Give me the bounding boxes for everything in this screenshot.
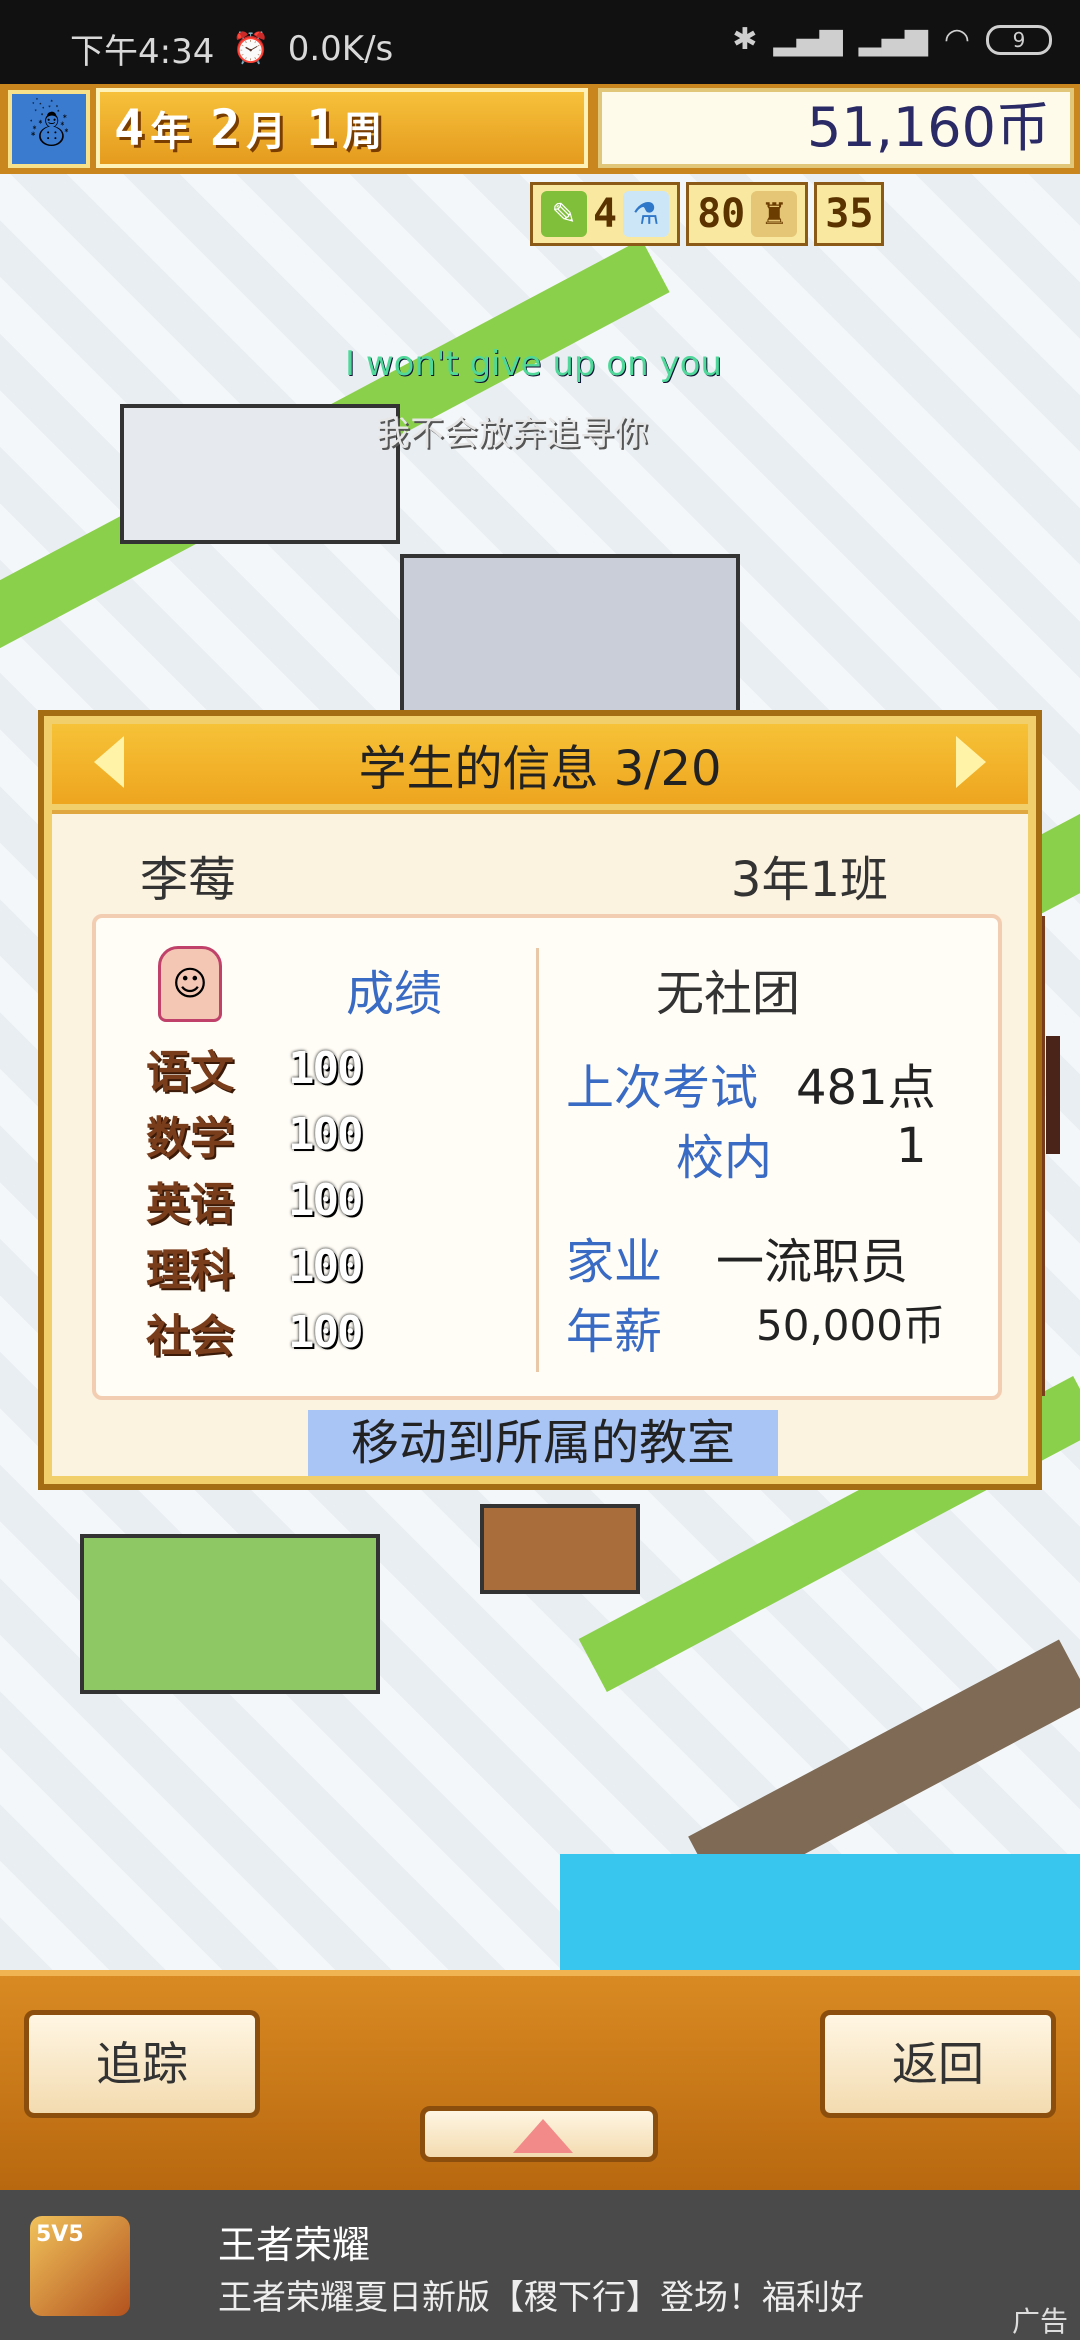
subject-score: 100 bbox=[288, 1174, 363, 1226]
stat-badge-rank[interactable]: 35 bbox=[814, 182, 885, 246]
subject-row: 理科 100 bbox=[146, 1234, 363, 1298]
stat-rank-value: 35 bbox=[825, 191, 874, 237]
year-number: 4 bbox=[114, 99, 145, 157]
ad-app-icon[interactable]: 5V5 bbox=[30, 2216, 130, 2316]
ad-label: 广告 bbox=[1011, 2305, 1068, 2338]
ad-banner[interactable]: 5V5 王者荣耀 王者荣耀夏日新版【稷下行】登场！福利好 广告 bbox=[0, 2190, 1080, 2340]
subject-score: 100 bbox=[288, 1042, 363, 1094]
subject-score: 100 bbox=[288, 1240, 363, 1292]
week-number: 1 bbox=[306, 99, 337, 157]
resource-stats: ✎ 4 ⚗ 80 ♜ 35 bbox=[530, 182, 885, 246]
grades-title: 成绩 bbox=[346, 966, 443, 1022]
stat-badge-points[interactable]: 80 ♜ bbox=[686, 182, 809, 246]
move-to-classroom-button[interactable]: 移动到所属的教室 bbox=[308, 1410, 778, 1476]
water-area bbox=[560, 1854, 1080, 1974]
subtitle-english: I won't give up on you bbox=[345, 344, 722, 384]
track-button[interactable]: 追踪 bbox=[24, 2010, 260, 2118]
tennis-court[interactable] bbox=[80, 1534, 380, 1694]
stat-badge-research[interactable]: ✎ 4 ⚗ bbox=[530, 182, 681, 246]
student-detail-card[interactable]: ☺ 成绩 语文 100 数学 100 英语 100 理科 100 社会 100 bbox=[92, 914, 1060, 1400]
last-exam-label: 上次考试 bbox=[566, 1060, 759, 1116]
subject-row: 英语 100 bbox=[146, 1168, 363, 1232]
subject-row: 社会 100 bbox=[146, 1300, 363, 1364]
student-name: 李莓 bbox=[140, 852, 237, 908]
classroom-desks[interactable] bbox=[480, 1504, 640, 1594]
snowman-icon[interactable]: ☃ bbox=[8, 90, 90, 168]
student-avatar: ☺ bbox=[158, 946, 222, 1022]
stat-research-value: 4 bbox=[593, 191, 618, 237]
school-rank-value: 1 bbox=[896, 1118, 927, 1174]
network-speed: 0.0K/s bbox=[287, 28, 394, 69]
panel-header: 学生的信息 3/20 bbox=[52, 724, 1028, 804]
subtitle-chinese: 我不会放弃追寻你 bbox=[376, 414, 648, 454]
family-label: 家业 bbox=[566, 1234, 663, 1290]
toilet-building[interactable] bbox=[400, 554, 740, 714]
family-value: 一流职员 bbox=[716, 1234, 909, 1290]
subject-name: 理科 bbox=[146, 1245, 234, 1296]
status-time: 下午4:34 bbox=[70, 32, 215, 72]
flask-icon: ⚗ bbox=[623, 191, 670, 237]
status-bar: 下午4:34 ⏰ 0.0K/s ✱ ▂▄▆ ▂▄▆ ◠ 9 bbox=[0, 0, 1080, 84]
month-number: 2 bbox=[210, 99, 241, 157]
battery-icon: 9 bbox=[986, 24, 1052, 55]
scroll-thumb[interactable] bbox=[1046, 1036, 1060, 1154]
ad-description[interactable]: 王者荣耀夏日新版【稷下行】登场！福利好 bbox=[218, 2270, 864, 2319]
subject-score: 100 bbox=[288, 1108, 363, 1160]
signal-icon-2: ▂▄▆ bbox=[858, 22, 928, 57]
club-status: 无社团 bbox=[656, 966, 801, 1022]
previous-student-arrow-icon[interactable] bbox=[94, 736, 124, 788]
school-rank-label: 校内 bbox=[676, 1130, 773, 1186]
bluetooth-icon: ✱ bbox=[732, 22, 758, 57]
subject-name: 英语 bbox=[146, 1179, 234, 1230]
card-scrollbar[interactable] bbox=[1042, 916, 1050, 1396]
card-divider bbox=[536, 948, 539, 1372]
last-exam-value: 481点 bbox=[796, 1060, 936, 1116]
salary-label: 年薪 bbox=[566, 1304, 663, 1360]
back-button[interactable]: 返回 bbox=[820, 2010, 1056, 2118]
expand-menu-button[interactable] bbox=[420, 2106, 658, 2162]
wifi-icon: ◠ bbox=[943, 22, 970, 57]
subject-name: 语文 bbox=[146, 1047, 234, 1098]
week-unit: 周 bbox=[342, 109, 383, 155]
signal-icon: ▂▄▆ bbox=[773, 22, 843, 57]
leaf-icon: ✎ bbox=[541, 191, 587, 237]
bottom-control-bar: 追踪 返回 bbox=[0, 1970, 1080, 2190]
ad-title[interactable]: 王者荣耀 bbox=[218, 2214, 370, 2269]
alarm-icon: ⏰ bbox=[232, 31, 270, 66]
calendar-display: 4 年 2 月 1 周 bbox=[96, 88, 588, 168]
subject-row: 语文 100 bbox=[146, 1036, 363, 1100]
year-unit: 年 bbox=[150, 109, 191, 155]
subject-name: 数学 bbox=[146, 1113, 234, 1164]
up-arrow-icon bbox=[513, 2119, 573, 2153]
student-info-panel: 学生的信息 3/20 李莓 3年1班 ☺ 成绩 语文 100 数学 100 英语… bbox=[38, 710, 1060, 1490]
salary-value: 50,000币 bbox=[756, 1301, 945, 1350]
trophy-icon: ♜ bbox=[751, 191, 798, 237]
panel-body: 李莓 3年1班 ☺ 成绩 语文 100 数学 100 英语 100 理科 100… bbox=[52, 810, 1060, 1476]
game-top-bar: ☃ 4 年 2 月 1 周 51,160币 bbox=[0, 84, 1080, 174]
student-class: 3年1班 bbox=[730, 852, 888, 908]
stat-points-value: 80 bbox=[697, 191, 746, 237]
month-unit: 月 bbox=[246, 109, 287, 155]
vending-building[interactable] bbox=[120, 404, 400, 544]
subject-score: 100 bbox=[288, 1306, 363, 1358]
subject-row: 数学 100 bbox=[146, 1102, 363, 1166]
next-student-arrow-icon[interactable] bbox=[956, 736, 986, 788]
money-display: 51,160币 bbox=[598, 88, 1074, 168]
subject-name: 社会 bbox=[146, 1311, 234, 1362]
panel-title: 学生的信息 3/20 bbox=[358, 741, 722, 797]
